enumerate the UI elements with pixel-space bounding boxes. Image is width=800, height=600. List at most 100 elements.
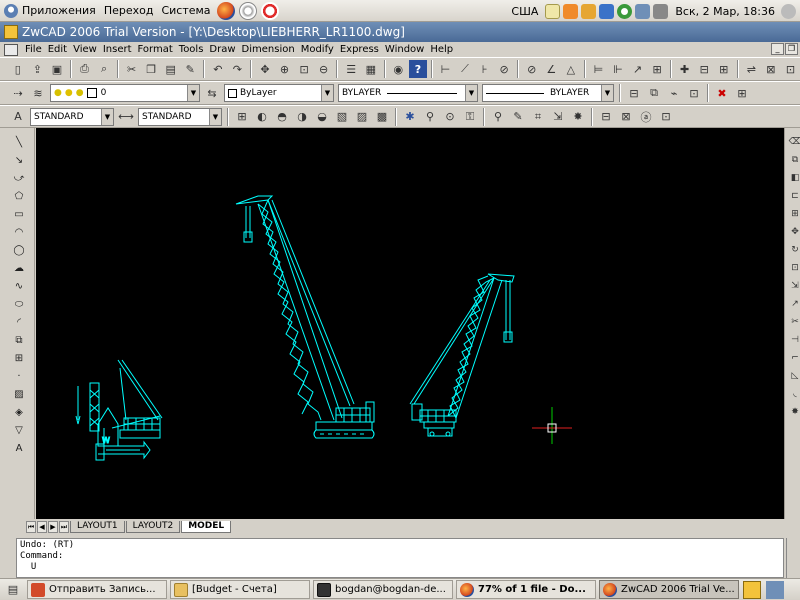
rectangle-tool-icon[interactable]: ▭ [10, 206, 28, 223]
extend-icon[interactable]: ⊣ [788, 332, 800, 348]
layer-off-icon[interactable]: ◐ [253, 108, 271, 126]
revision-cloud-icon[interactable]: ☁ [10, 260, 28, 277]
dim-style-icon[interactable]: ⊠ [762, 60, 780, 78]
menu-format[interactable]: Format [135, 44, 176, 55]
command-input-line[interactable]: U [20, 562, 780, 573]
text-style-dropdown[interactable]: STANDARD ▼ [30, 107, 114, 126]
clock[interactable]: Вск, 2 Мар, 18:36 [675, 5, 775, 18]
polyline-tool-icon[interactable]: ⤻ [10, 170, 28, 187]
find-icon[interactable]: ◉ [390, 60, 408, 78]
email-launcher-icon[interactable] [238, 1, 257, 20]
quick-dim-icon[interactable]: △ [562, 60, 580, 78]
text-mask-icon[interactable]: ⊠ [617, 108, 635, 126]
print-preview-icon[interactable]: ⌕ [95, 60, 113, 78]
match-properties-icon[interactable]: ✎ [182, 60, 200, 78]
line-tool-icon[interactable]: ╲ [10, 134, 28, 151]
firefox-launcher-icon[interactable] [216, 1, 235, 20]
system-menu[interactable]: Система [157, 0, 214, 22]
sync-icon[interactable] [617, 3, 633, 19]
tab-layout1[interactable]: LAYOUT1 [70, 521, 125, 533]
aligned-dim-icon[interactable]: ⟋ [456, 60, 474, 78]
next-tab-arrow-icon[interactable]: ▶ [48, 521, 58, 533]
menu-dimension[interactable]: Dimension [239, 44, 298, 55]
diameter-dim-icon[interactable]: ⊘ [523, 60, 541, 78]
window-titlebar[interactable]: ZwCAD 2006 Trial Version - [Y:\Desktop\L… [0, 22, 800, 42]
command-line-scrollbar[interactable] [786, 538, 800, 578]
block-replace-icon[interactable]: ⇲ [549, 108, 567, 126]
layer-thaw-all-icon[interactable]: ✱ [401, 108, 419, 126]
menu-help[interactable]: Help [427, 44, 456, 55]
baseline-dim-icon[interactable]: ⊨ [590, 60, 608, 78]
circle-tool-icon[interactable]: ◯ [10, 242, 28, 259]
spline-tool-icon[interactable]: ∿ [10, 278, 28, 295]
help-icon[interactable]: ? [409, 60, 427, 78]
make-layer-current-icon[interactable]: ⇢ [9, 84, 27, 102]
dim-update-icon[interactable]: ⇌ [743, 60, 761, 78]
task-terminal[interactable]: bogdan@bogdan-de... [313, 580, 453, 599]
command-line-window[interactable]: Undo: (RT) Command: U [16, 538, 784, 578]
layer-lock-icon[interactable]: ● [76, 88, 84, 98]
help-launcher-icon[interactable] [260, 1, 279, 20]
task-downloads[interactable]: 77% of 1 file - Do... [456, 580, 596, 599]
layers-icon[interactable]: ≋ [29, 84, 47, 102]
lineweight-control-dropdown[interactable]: BYLAYER ▼ [482, 84, 614, 102]
copy-objects-icon[interactable]: ⊟ [625, 84, 643, 102]
ellipse-arc-tool-icon[interactable]: ◜ [10, 314, 28, 331]
rotate-icon[interactable]: ↻ [788, 242, 800, 258]
redo-icon[interactable]: ↷ [229, 60, 247, 78]
arc-text-icon[interactable]: ⓐ [637, 108, 655, 126]
array-icon[interactable]: ⊞ [788, 206, 800, 222]
volume-icon[interactable] [653, 3, 669, 19]
block-attribute-icon[interactable]: ⌗ [529, 108, 547, 126]
radius-dim-icon[interactable]: ⊘ [495, 60, 513, 78]
applications-menu[interactable]: Приложения [0, 0, 100, 22]
workspace-2-icon[interactable] [766, 580, 784, 599]
print-icon[interactable]: ⎙ [76, 60, 94, 78]
ellipse-tool-icon[interactable]: ⬭ [10, 296, 28, 313]
menu-file[interactable]: File [22, 44, 45, 55]
dim-text-edit-icon[interactable]: ⊞ [715, 60, 733, 78]
chamfer-icon[interactable]: ◺ [788, 368, 800, 384]
dimension-style-icon[interactable]: ⟷ [117, 108, 135, 126]
quick-select-icon[interactable]: ⊞ [733, 84, 751, 102]
layer-on-all-icon[interactable]: ⚲ [421, 108, 439, 126]
layer-on-bulb-icon[interactable]: ● [54, 88, 62, 98]
download-icon[interactable] [599, 3, 615, 19]
scale-icon[interactable]: ⊡ [788, 260, 800, 276]
point-tool-icon[interactable]: · [10, 368, 28, 385]
break-icon[interactable]: ⌁ [665, 84, 683, 102]
zoom-window-icon[interactable]: ⊡ [295, 60, 313, 78]
show-desktop-icon[interactable]: ▤ [3, 580, 23, 599]
layer-control-dropdown[interactable]: ● ● ● 0 ▼ [50, 84, 200, 102]
mirror-icon[interactable]: ⧉ [645, 84, 663, 102]
tab-layout2[interactable]: LAYOUT2 [125, 521, 181, 533]
text-style-dropdown-arrow-icon[interactable]: ▼ [101, 108, 113, 125]
layer-delete-icon[interactable]: ▩ [373, 108, 391, 126]
layer-walk-icon[interactable]: ▧ [333, 108, 351, 126]
pan-icon[interactable]: ✥ [256, 60, 274, 78]
select-icon[interactable]: ⊡ [685, 84, 703, 102]
menu-window[interactable]: Window [382, 44, 427, 55]
briefcase-icon[interactable] [581, 3, 597, 19]
layer-change-icon[interactable]: ◒ [313, 108, 331, 126]
layer-merge-icon[interactable]: ▨ [353, 108, 371, 126]
erase-objects-icon[interactable]: ✖ [713, 84, 731, 102]
cut-icon[interactable]: ✂ [123, 60, 141, 78]
center-mark-icon[interactable]: ✚ [676, 60, 694, 78]
menu-tools[interactable]: Tools [176, 44, 207, 55]
tab-model[interactable]: MODEL [181, 521, 232, 533]
layer-dropdown-arrow-icon[interactable]: ▼ [187, 85, 199, 101]
leader-icon[interactable]: ↗ [629, 60, 647, 78]
last-tab-arrow-icon[interactable]: ⏭ [59, 521, 69, 533]
previous-layer-icon[interactable]: ⇆ [203, 84, 221, 102]
fillet-icon[interactable]: ◟ [788, 386, 800, 402]
erase-icon[interactable]: ⌫ [788, 134, 800, 150]
linetype-dropdown-arrow-icon[interactable]: ▼ [465, 85, 477, 101]
open-file-icon[interactable]: ⇪ [29, 60, 47, 78]
block-edit-icon[interactable]: ✎ [509, 108, 527, 126]
paste-icon[interactable]: ▤ [162, 60, 180, 78]
task-budget[interactable]: [Budget - Счета] [170, 580, 310, 599]
dim-override-icon[interactable]: ⊡ [782, 60, 800, 78]
arc-tool-icon[interactable]: ◠ [10, 224, 28, 241]
menu-modify[interactable]: Modify [298, 44, 337, 55]
